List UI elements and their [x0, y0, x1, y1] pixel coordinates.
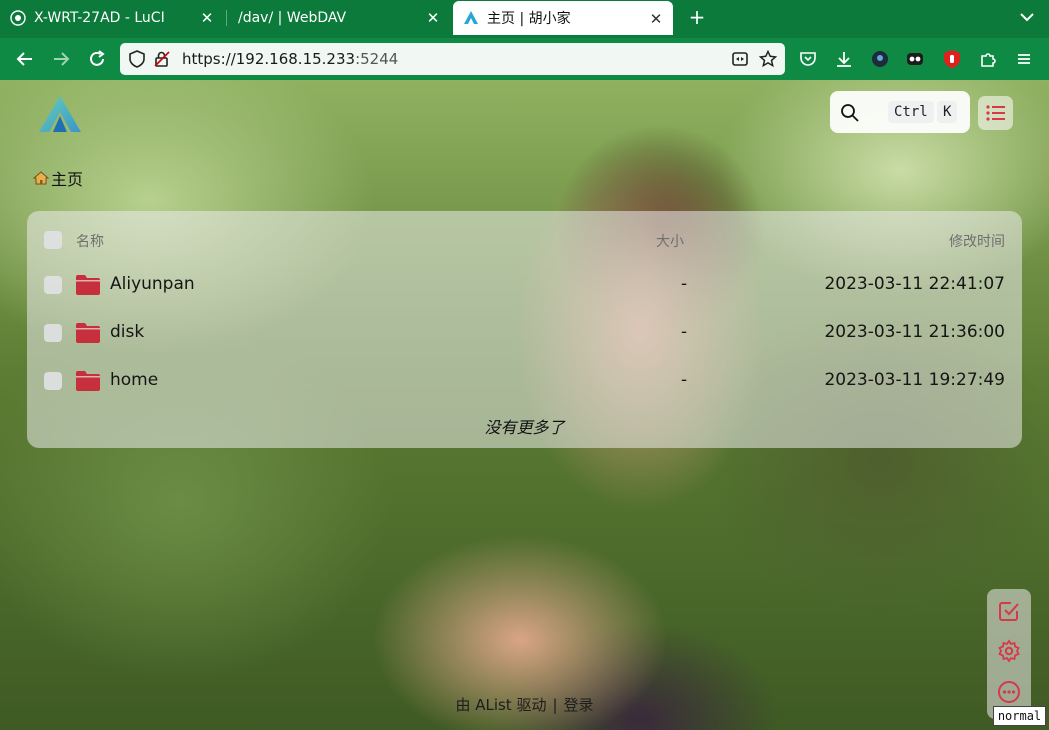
column-header-modified[interactable]: 修改时间: [949, 231, 1005, 251]
tab-title: 主页 | 胡小家: [487, 11, 571, 27]
file-name[interactable]: Aliyunpan: [110, 274, 195, 294]
file-modified: 2023-03-11 22:41:07: [824, 274, 1005, 294]
side-toolbar: [987, 589, 1031, 719]
address-bar[interactable]: https://192.168.15.233:5244: [120, 43, 785, 75]
search-icon: [841, 104, 859, 122]
powered-by-link[interactable]: 由 AList 驱动: [455, 696, 546, 714]
list-item[interactable]: disk - 2023-03-11 21:36:00: [27, 309, 1022, 357]
forward-button[interactable]: [49, 47, 73, 71]
tab-webdav[interactable]: /dav/ | WebDAV ✕: [228, 0, 450, 36]
app-menu-button[interactable]: [1013, 48, 1035, 70]
folder-icon: [76, 371, 100, 391]
reload-icon: [90, 50, 105, 66]
navigation-toolbar: https://192.168.15.233:5244: [0, 38, 1049, 80]
close-icon[interactable]: ✕: [198, 9, 216, 27]
select-all-checkbox[interactable]: [44, 231, 62, 249]
extension-icon: [872, 51, 888, 67]
url-port: :5244: [355, 50, 399, 68]
reader-mode-icon[interactable]: [731, 50, 749, 68]
file-modified: 2023-03-11 19:27:49: [824, 370, 1005, 390]
extension-button[interactable]: [869, 48, 891, 70]
extensions-button[interactable]: [977, 48, 999, 70]
list-item[interactable]: home - 2023-03-11 19:27:49: [27, 357, 1022, 405]
arrow-left-icon: [16, 52, 32, 66]
file-modified: 2023-03-11 21:36:00: [824, 322, 1005, 342]
tab-strip: X-WRT-27AD - LuCI ✕ /dav/ | WebDAV ✕ 主页 …: [0, 0, 1049, 36]
layout-toggle-button[interactable]: [978, 96, 1013, 130]
back-button[interactable]: [13, 47, 37, 71]
reload-button[interactable]: [85, 47, 109, 71]
column-header-name[interactable]: 名称: [76, 231, 104, 251]
lock-warning-icon[interactable]: [153, 50, 171, 68]
row-checkbox[interactable]: [44, 372, 62, 390]
new-tab-button[interactable]: +: [686, 6, 708, 28]
alist-logo-icon[interactable]: [37, 94, 83, 134]
tab-title: X-WRT-27AD - LuCI: [34, 10, 165, 26]
row-checkbox[interactable]: [44, 276, 62, 294]
shortcut-key-ctrl: Ctrl: [888, 101, 934, 123]
file-size: -: [681, 274, 688, 294]
list-item[interactable]: Aliyunpan - 2023-03-11 22:41:07: [27, 261, 1022, 309]
shield-icon[interactable]: [128, 50, 146, 68]
pocket-icon: [800, 52, 816, 66]
page-viewport: Ctrl K 主页 名称 大小 修改时间 Aliyunpan - 2023-03…: [0, 80, 1049, 730]
hamburger-menu-icon: [1018, 54, 1030, 64]
download-icon: [837, 52, 851, 67]
tab-home[interactable]: 主页 | 胡小家 ✕: [453, 1, 673, 35]
list-icon: [985, 105, 1005, 121]
tab-title: /dav/ | WebDAV: [238, 10, 347, 26]
url-host: https://192.168.15.233: [182, 50, 356, 68]
footer: 由 AList 驱动 | 登录: [0, 694, 1049, 715]
checkbox-toggle-icon[interactable]: [997, 599, 1021, 623]
file-size: -: [681, 370, 688, 390]
column-header-size[interactable]: 大小: [656, 231, 684, 251]
file-name[interactable]: disk: [110, 322, 144, 342]
alist-logo-icon: [464, 11, 478, 24]
tab-divider: [226, 10, 227, 26]
file-list: 名称 大小 修改时间 Aliyunpan - 2023-03-11 22:41:…: [27, 211, 1022, 448]
home-icon: [33, 171, 49, 185]
close-icon[interactable]: ✕: [647, 10, 665, 28]
login-link[interactable]: 登录: [564, 696, 594, 714]
mask-icon: [907, 53, 923, 65]
router-icon: [10, 10, 26, 26]
breadcrumb-home-link[interactable]: 主页: [51, 166, 83, 190]
arrow-right-icon: [54, 52, 70, 66]
end-of-list-text: 没有更多了: [484, 418, 565, 437]
file-size: -: [681, 322, 688, 342]
mode-tooltip: normal: [993, 706, 1046, 726]
folder-icon: [76, 323, 100, 343]
close-icon[interactable]: ✕: [424, 9, 442, 27]
puzzle-icon: [981, 53, 996, 67]
tab-luci[interactable]: X-WRT-27AD - LuCI ✕: [0, 0, 224, 36]
breadcrumb: 主页: [33, 166, 83, 190]
pocket-button[interactable]: [797, 48, 819, 70]
star-icon[interactable]: [759, 50, 777, 68]
url-text[interactable]: https://192.168.15.233:5244: [182, 50, 398, 68]
folder-icon: [76, 275, 100, 295]
adblock-button[interactable]: [941, 48, 963, 70]
gear-icon[interactable]: [997, 639, 1021, 663]
search-button[interactable]: Ctrl K: [830, 91, 970, 133]
footer-separator: |: [552, 696, 558, 714]
file-name[interactable]: home: [110, 370, 158, 390]
chevron-down-icon[interactable]: [1016, 6, 1038, 28]
downloads-button[interactable]: [833, 48, 855, 70]
mask-extension-button[interactable]: [904, 48, 926, 70]
shield-hand-icon: [944, 50, 960, 68]
shortcut-key-k: K: [937, 101, 958, 123]
row-checkbox[interactable]: [44, 324, 62, 342]
more-icon[interactable]: [997, 680, 1021, 704]
